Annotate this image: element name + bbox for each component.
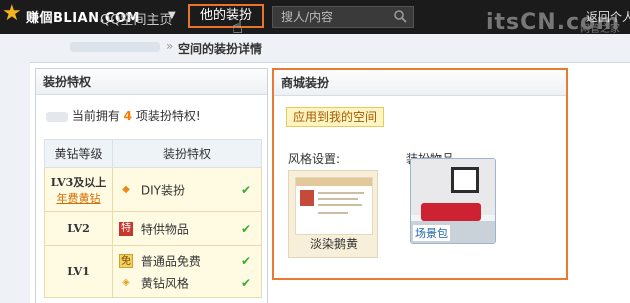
chevron-down-icon[interactable]: ▼ [168, 10, 176, 21]
check-icon: ✔ [240, 275, 251, 290]
privilege-cell: 免 普通品免费 ✔ ◈ 黄钻风格 ✔ [112, 245, 262, 298]
own-suffix: 项装扮特权! [135, 109, 201, 123]
owned-count: 4 [123, 109, 133, 123]
blurred-username [46, 111, 68, 122]
level-name: LV1 [67, 265, 90, 278]
tag-icon: ◈ [122, 277, 130, 288]
hand-cursor-icon: ☝ [232, 17, 243, 38]
picture-frame-image [451, 167, 479, 193]
privilege-item: 免 普通品免费 ✔ [119, 250, 261, 272]
annual-vip-link[interactable]: 年费黄钻 [45, 190, 112, 206]
privilege-item: ◆ DIY装扮 ✔ [119, 179, 261, 201]
star-logo-icon: ★ [2, 1, 22, 26]
item-name[interactable]: 场景包 [413, 225, 450, 241]
privilege-label: DIY装扮 [140, 183, 185, 197]
privilege-item: ◈ 黄钻风格 ✔ [119, 272, 261, 294]
table-row: LV3及以上 年费黄钻 ◆ DIY装扮 ✔ [44, 167, 262, 212]
diamond-icon: ◆ [122, 184, 130, 195]
check-icon: ✔ [240, 221, 251, 236]
nav-his-decoration[interactable]: 他的装扮 [188, 4, 264, 28]
mall-decoration-panel: 商城装扮 应用到我的空间 风格设置: 装扮物品 淡染鹅黄 场景包 [272, 68, 568, 280]
page-title-bar: » 空间的装扮详情 [30, 36, 630, 60]
special-icon: 特 [119, 222, 133, 236]
style-preview-image [295, 177, 373, 235]
privilege-label: 特供物品 [140, 222, 189, 236]
decoration-privileges-panel: 装扮特权 当前拥有 4 项装扮特权! 黄钻等级 装扮特权 LV3及以上 年费黄钻… [35, 68, 268, 303]
sofa-image [421, 203, 481, 221]
level-cell: LV1 [44, 245, 113, 298]
main-content: 装扮特权 当前拥有 4 项装扮特权! 黄钻等级 装扮特权 LV3及以上 年费黄钻… [30, 62, 630, 303]
privilege-cell: 特 特供物品 ✔ [112, 211, 262, 246]
privilege-cell: ◆ DIY装扮 ✔ [112, 167, 262, 212]
privileges-header: 装扮特权 [36, 69, 267, 95]
privilege-label: 黄钻风格 [140, 276, 189, 290]
table-row: LV2 特 特供物品 ✔ [44, 211, 262, 246]
scene-pack-thumbnail[interactable]: 场景包 [410, 158, 496, 244]
page-title: 空间的装扮详情 [178, 42, 263, 56]
style-name[interactable]: 淡染鹅黄 [289, 235, 379, 252]
check-icon: ✔ [240, 253, 251, 268]
search-input[interactable]: 搜人/内容 [272, 6, 414, 28]
mall-decoration-header: 商城装扮 [274, 70, 566, 96]
free-icon: 免 [119, 254, 133, 268]
owned-privileges-line: 当前拥有 4 项装扮特权! [46, 107, 201, 124]
column-header-privilege: 装扮特权 [112, 139, 262, 168]
check-icon: ✔ [240, 182, 251, 197]
table-row: LV1 免 普通品免费 ✔ ◈ 黄钻风格 ✔ [44, 245, 262, 298]
style-settings-label: 风格设置: [288, 152, 341, 166]
level-name: LV2 [67, 222, 90, 235]
privileges-table: 黄钻等级 装扮特权 LV3及以上 年费黄钻 ◆ DIY装扮 ✔ LV2 特 特供… [44, 139, 262, 298]
privilege-label: 普通品免费 [140, 254, 201, 268]
blurred-username [70, 42, 160, 52]
search-icon[interactable] [393, 9, 407, 23]
own-prefix: 当前拥有 [71, 109, 120, 123]
table-header-row: 黄钻等级 装扮特权 [44, 139, 262, 168]
style-thumbnail[interactable]: 淡染鹅黄 [288, 170, 378, 258]
search-placeholder: 搜人/内容 [281, 10, 334, 24]
nav-qzone-home[interactable]: QQ空间主页 [100, 9, 172, 28]
column-header-level: 黄钻等级 [44, 139, 113, 168]
level-name: LV3及以上 [50, 175, 107, 189]
title-separator: » [166, 39, 174, 53]
back-to-profile-link[interactable]: 返回个人 [586, 8, 630, 25]
apply-to-my-space-button[interactable]: 应用到我的空间 [286, 107, 385, 127]
top-navigation-bar: ★ 赚個BLIAN.COM QQ空间主页 ▼ 他的装扮 ☝ 搜人/内容 itsC… [0, 0, 630, 38]
level-cell: LV2 [44, 211, 113, 246]
level-cell: LV3及以上 年费黄钻 [44, 167, 113, 212]
privilege-item: 特 特供物品 ✔ [119, 218, 261, 240]
